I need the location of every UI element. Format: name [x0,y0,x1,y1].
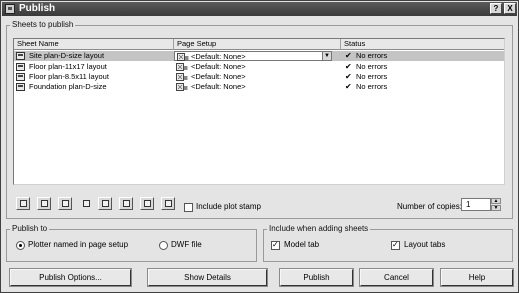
column-status[interactable]: Status [341,39,504,50]
show-details-button[interactable]: Show Details [147,268,268,287]
column-sheet-name[interactable]: Sheet Name [14,39,174,50]
layout-tabs-checkbox[interactable] [391,240,400,250]
load-list-button[interactable] [119,197,133,210]
model-tab-checkbox[interactable] [271,240,280,250]
close-button[interactable]: X [504,3,516,14]
page-setup-value: <Default: None> [191,52,246,61]
dwf-radio-label: DWF file [171,240,202,249]
plotter-radio-label: Plotter named in page setup [28,240,129,249]
chevron-down-icon[interactable]: ▼ [322,52,331,60]
page-setup-value: <Default: None> [191,72,246,81]
list-header: Sheet Name Page Setup Status [14,39,504,50]
page-setup-icon [176,63,188,71]
sheet-icon [16,83,25,91]
table-row[interactable]: Site plan-D-size layout <Default: None> … [14,51,504,61]
app-icon [5,4,15,14]
model-tab-label: Model tab [284,240,320,249]
table-row[interactable]: Floor plan-11x17 layout <Default: None> … [14,62,504,72]
help-button[interactable]: Help [440,268,514,287]
page-setup-value: <Default: None> [191,62,246,71]
sheet-list[interactable]: Sheet Name Page Setup Status Site plan-D… [13,38,505,185]
move-down-icon [102,200,109,207]
include-sheets-label: Include when adding sheets [267,224,371,233]
publish-options-button[interactable]: Publish Options... [9,268,132,287]
sheet-name: Floor plan-8.5x11 layout [29,72,109,81]
sheet-name: Foundation plan-D-size [29,82,107,91]
include-plot-stamp-label: Include plot stamp [196,202,261,211]
move-up-button[interactable] [79,197,93,210]
move-down-button[interactable] [98,197,112,210]
preview-icon [20,200,27,207]
plot-stamp-settings-icon [165,200,172,207]
save-list-icon [144,200,151,207]
copies-label: Number of copies: [397,202,462,211]
table-row[interactable]: Foundation plan-D-size <Default: None> ✔… [14,82,504,92]
help-title-button[interactable]: ? [490,3,502,14]
sheet-name: Site plan-D-size layout [29,51,105,60]
move-up-icon [83,200,90,207]
status-text: No errors [356,72,388,81]
page-setup-icon [177,53,189,61]
title-bar[interactable]: Publish ? X [2,2,517,16]
plotter-radio[interactable] [16,241,25,250]
cancel-button[interactable]: Cancel [359,268,434,287]
publish-button[interactable]: Publish [279,268,354,287]
status-text: No errors [356,51,388,60]
dwf-radio[interactable] [159,241,168,250]
plot-stamp-settings-button[interactable] [161,197,175,210]
remove-sheets-icon [62,200,69,207]
table-row[interactable]: Floor plan-8.5x11 layout <Default: None>… [14,72,504,82]
publish-dialog: Publish ? X Sheets to publish Sheet Name… [0,0,519,293]
status-text: No errors [356,62,388,71]
page-setup-icon [176,73,188,81]
sheet-icon [16,63,25,71]
page-setup-icon [176,83,188,91]
layout-tabs-label: Layout tabs [404,240,446,249]
preview-button[interactable] [16,197,30,210]
save-list-button[interactable] [140,197,154,210]
sheets-group-label: Sheets to publish [10,20,76,29]
sheet-icon [16,52,25,60]
copies-stepper[interactable]: ▲ ▼ [491,198,501,211]
remove-sheets-button[interactable] [58,197,72,210]
arrow-down-icon[interactable]: ▼ [491,205,501,211]
window-title: Publish [19,3,56,14]
sheet-icon [16,73,25,81]
copies-input[interactable]: 1 [461,198,491,211]
publish-to-label: Publish to [10,224,50,233]
page-setup-dropdown[interactable]: <Default: None> ▼ [174,51,332,61]
page-setup-value: <Default: None> [191,82,246,91]
status-text: No errors [356,82,388,91]
load-list-icon [123,200,130,207]
add-sheets-button[interactable] [37,197,51,210]
arrow-up-icon[interactable]: ▲ [491,198,501,204]
include-plot-stamp-checkbox[interactable] [184,203,193,212]
sheet-name: Floor plan-11x17 layout [29,62,107,71]
column-page-setup[interactable]: Page Setup [174,39,341,50]
add-sheets-icon [41,200,48,207]
